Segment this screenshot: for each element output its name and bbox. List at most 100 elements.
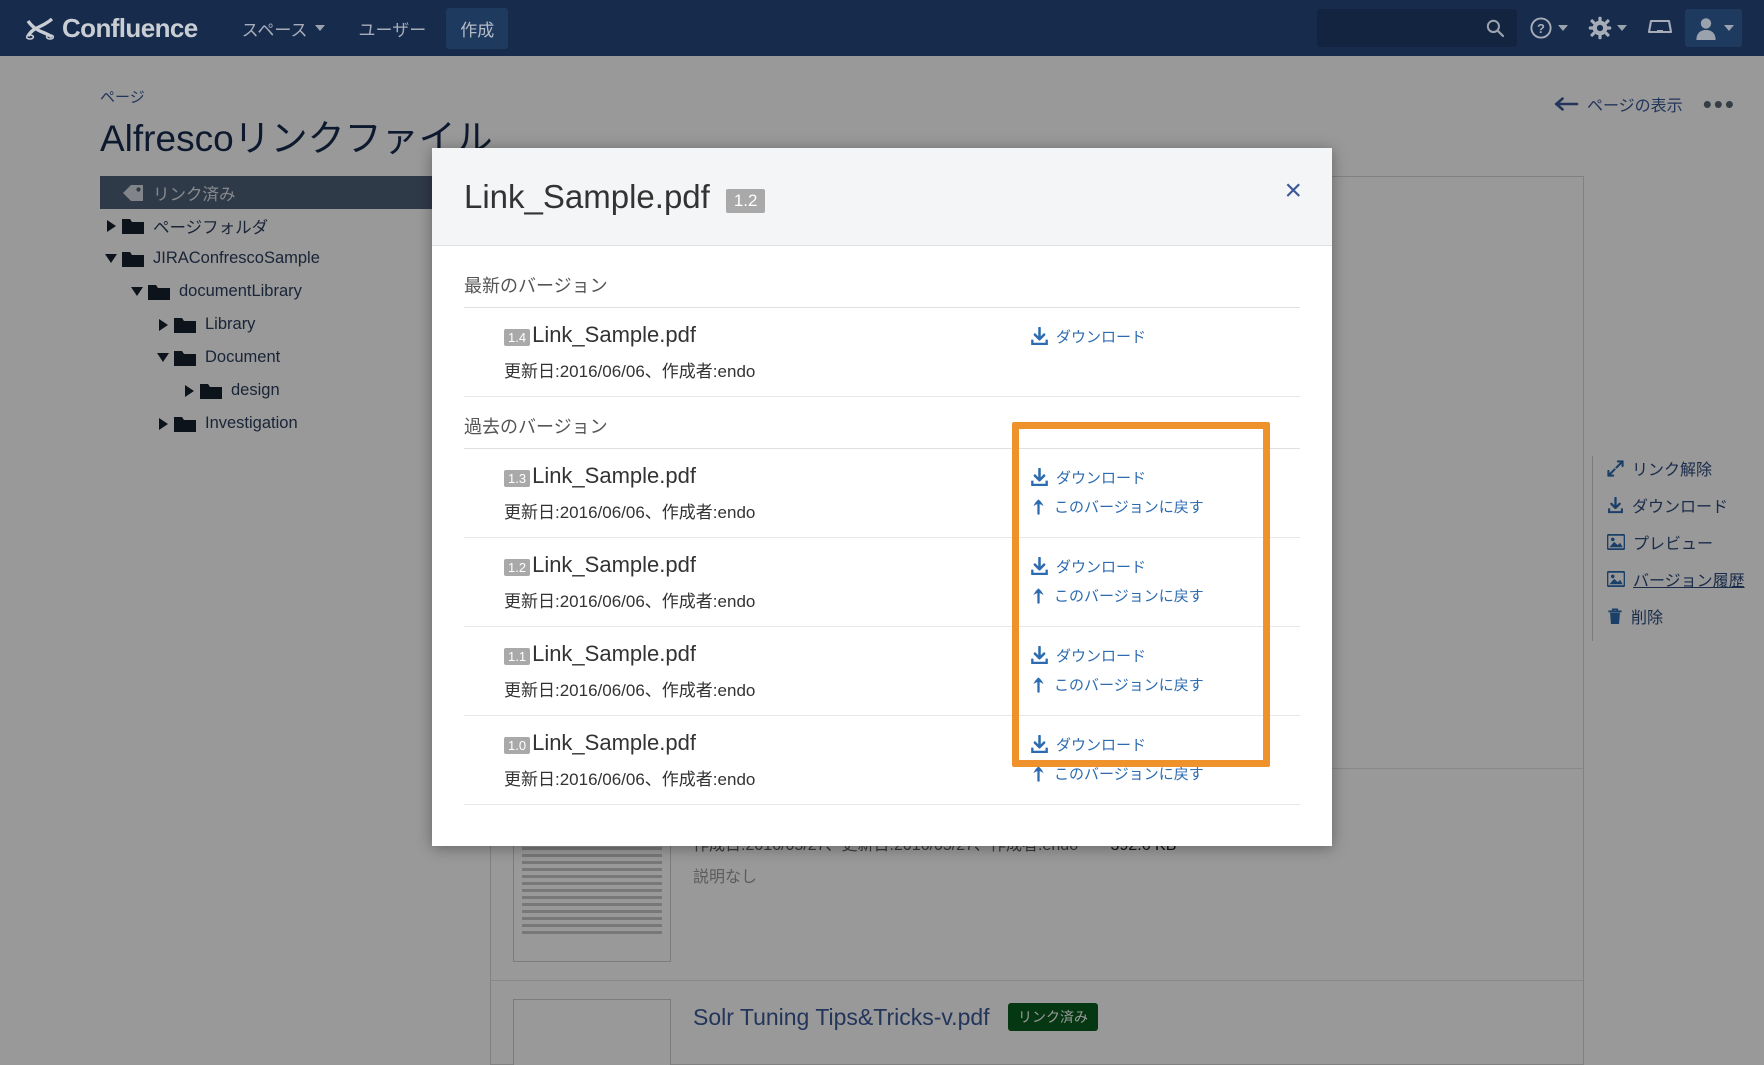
version-row: 1.4 Link_Sample.pdf 更新日:2016/06/06、作成者:end… — [464, 308, 1300, 397]
confluence-logo-icon — [25, 15, 55, 41]
chevron-down-icon — [1617, 25, 1627, 31]
chevron-down-icon — [1724, 25, 1734, 31]
search-input[interactable] — [1292, 20, 1485, 36]
dialog-header: Link_Sample.pdf 1.2 × — [432, 148, 1332, 246]
revert-arrow-icon — [1030, 676, 1047, 693]
close-icon[interactable]: × — [1284, 176, 1302, 206]
search-box[interactable] — [1292, 9, 1517, 47]
version-meta: 更新日:2016/06/06、作成者:endo — [504, 770, 756, 789]
nav-right-group: ? — [1292, 9, 1742, 47]
download-label: ダウンロード — [1056, 559, 1147, 576]
revert-arrow-icon — [1030, 587, 1047, 604]
revert-version-link[interactable]: このバージョンに戻す — [1030, 763, 1300, 784]
download-icon — [1030, 327, 1049, 346]
version-info: 1.1 Link_Sample.pdf 更新日:2016/06/06、作成者:end… — [504, 641, 1030, 701]
version-number-chip: 1.4 — [504, 328, 531, 346]
settings-menu-button[interactable] — [1580, 10, 1635, 46]
svg-text:?: ? — [1537, 21, 1545, 36]
revert-version-link[interactable]: このバージョンに戻す — [1030, 496, 1300, 517]
version-actions: ダウンロードこのバージョンに戻す — [1030, 641, 1300, 695]
download-icon — [1030, 735, 1049, 754]
revert-version-link[interactable]: このバージョンに戻す — [1030, 585, 1300, 606]
nav-item-create-label: 作成 — [460, 20, 495, 40]
chevron-down-icon — [1558, 25, 1568, 31]
version-number-chip: 1.1 — [504, 647, 531, 665]
avatar — [1693, 15, 1719, 41]
revert-label: このバージョンに戻す — [1054, 766, 1204, 783]
version-filename-row: 1.1 Link_Sample.pdf — [504, 641, 1030, 667]
latest-version-section-title: 最新のバージョン — [464, 276, 608, 296]
version-row: 1.1 Link_Sample.pdf 更新日:2016/06/06、作成者:end… — [464, 627, 1300, 716]
chevron-down-icon — [314, 25, 325, 31]
nav-item-users[interactable]: ユーザー — [345, 8, 441, 49]
download-label: ダウンロード — [1056, 648, 1147, 665]
version-actions: ダウンロードこのバージョンに戻す — [1030, 730, 1300, 784]
user-profile-button[interactable] — [1685, 9, 1742, 47]
version-filename: Link_Sample.pdf — [532, 322, 696, 347]
nav-item-spaces[interactable]: スペース — [228, 8, 339, 49]
revert-version-link[interactable]: このバージョンに戻す — [1030, 674, 1300, 695]
version-row: 1.3 Link_Sample.pdf 更新日:2016/06/06、作成者:end… — [464, 449, 1300, 538]
version-filename-row: 1.0 Link_Sample.pdf — [504, 730, 1030, 756]
dialog-version-chip: 1.2 — [725, 188, 766, 213]
download-label: ダウンロード — [1056, 329, 1147, 346]
revert-arrow-icon — [1030, 498, 1047, 515]
revert-label: このバージョンに戻す — [1054, 499, 1204, 516]
version-meta: 更新日:2016/06/06、作成者:endo — [504, 592, 756, 611]
download-link[interactable]: ダウンロード — [1030, 326, 1300, 347]
version-meta: 更新日:2016/06/06、作成者:endo — [504, 362, 756, 381]
version-history-dialog: Link_Sample.pdf 1.2 × 最新のバージョン 1.4 Link_S… — [432, 148, 1332, 846]
version-number-chip: 1.3 — [504, 469, 531, 487]
version-meta: 更新日:2016/06/06、作成者:endo — [504, 681, 756, 700]
version-filename: Link_Sample.pdf — [532, 730, 696, 755]
version-filename: Link_Sample.pdf — [532, 552, 696, 577]
revert-label: このバージョンに戻す — [1054, 588, 1204, 605]
notifications-button[interactable] — [1639, 10, 1681, 46]
version-number-chip: 1.0 — [504, 736, 531, 754]
nav-item-users-label: ユーザー — [358, 20, 427, 40]
version-actions: ダウンロード — [1030, 322, 1300, 347]
version-number-chip: 1.2 — [504, 558, 531, 576]
top-navigation-bar: Confluence スペース ユーザー 作成 ? — [0, 0, 1764, 56]
revert-arrow-icon — [1030, 765, 1047, 782]
version-filename-row: 1.4 Link_Sample.pdf — [504, 322, 1030, 348]
confluence-logo[interactable]: Confluence — [25, 12, 198, 44]
gear-icon — [1588, 16, 1612, 40]
search-icon[interactable] — [1485, 18, 1505, 38]
dialog-body: 最新のバージョン 1.4 Link_Sample.pdf 更新日:2016/06/0… — [432, 246, 1332, 805]
notifications-tray-icon — [1647, 16, 1673, 40]
version-row: 1.0 Link_Sample.pdf 更新日:2016/06/06、作成者:end… — [464, 716, 1300, 805]
help-menu-button[interactable]: ? — [1521, 10, 1576, 46]
download-icon — [1030, 468, 1049, 487]
past-versions-list: 1.3 Link_Sample.pdf 更新日:2016/06/06、作成者:end… — [464, 449, 1300, 805]
version-info: 1.3 Link_Sample.pdf 更新日:2016/06/06、作成者:end… — [504, 463, 1030, 523]
latest-version-list: 1.4 Link_Sample.pdf 更新日:2016/06/06、作成者:end… — [464, 308, 1300, 397]
version-info: 1.4 Link_Sample.pdf 更新日:2016/06/06、作成者:end… — [504, 322, 1030, 382]
version-info: 1.2 Link_Sample.pdf 更新日:2016/06/06、作成者:end… — [504, 552, 1030, 612]
download-link[interactable]: ダウンロード — [1030, 556, 1300, 577]
past-versions-section-title: 過去のバージョン — [464, 417, 608, 437]
download-link[interactable]: ダウンロード — [1030, 734, 1300, 755]
revert-label: このバージョンに戻す — [1054, 677, 1204, 694]
version-row: 1.2 Link_Sample.pdf 更新日:2016/06/06、作成者:end… — [464, 538, 1300, 627]
nav-item-create[interactable]: 作成 — [446, 7, 509, 49]
download-link[interactable]: ダウンロード — [1030, 467, 1300, 488]
version-meta: 更新日:2016/06/06、作成者:endo — [504, 503, 756, 522]
download-icon — [1030, 646, 1049, 665]
dialog-title: Link_Sample.pdf — [464, 177, 710, 215]
version-filename-row: 1.2 Link_Sample.pdf — [504, 552, 1030, 578]
download-icon — [1030, 557, 1049, 576]
version-filename-row: 1.3 Link_Sample.pdf — [504, 463, 1030, 489]
download-label: ダウンロード — [1056, 737, 1147, 754]
version-actions: ダウンロードこのバージョンに戻す — [1030, 552, 1300, 606]
download-link[interactable]: ダウンロード — [1030, 645, 1300, 666]
nav-item-spaces-label: スペース — [241, 20, 308, 40]
primary-nav: スペース ユーザー 作成 — [228, 7, 509, 49]
version-filename: Link_Sample.pdf — [532, 641, 696, 666]
confluence-brand-label: Confluence — [62, 12, 198, 43]
download-label: ダウンロード — [1056, 470, 1147, 487]
help-icon: ? — [1529, 16, 1553, 40]
version-info: 1.0 Link_Sample.pdf 更新日:2016/06/06、作成者:end… — [504, 730, 1030, 790]
version-filename: Link_Sample.pdf — [532, 463, 696, 488]
version-actions: ダウンロードこのバージョンに戻す — [1030, 463, 1300, 517]
